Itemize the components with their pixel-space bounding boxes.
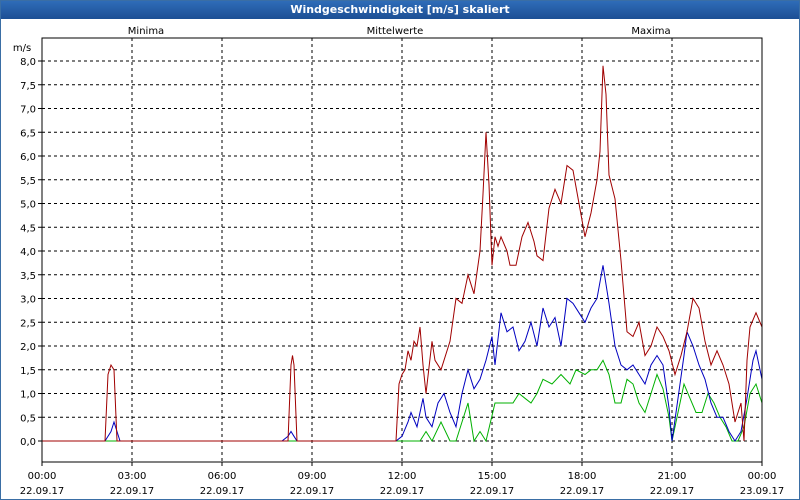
y-tick-label: 6,5	[20, 128, 36, 139]
x-tick-time: 18:00	[568, 471, 597, 482]
axes	[38, 37, 763, 466]
y-tick-label: 0,0	[20, 437, 36, 448]
x-tick-time: 00:00	[748, 471, 777, 482]
x-tick-time: 06:00	[208, 471, 237, 482]
x-tick-time: 15:00	[478, 471, 507, 482]
x-tick-date: 22.09.17	[560, 486, 605, 497]
legend-mittelwerte: Mittelwerte	[367, 26, 424, 37]
x-tick-date: 22.09.17	[110, 486, 155, 497]
x-tick-date: 22.09.17	[200, 486, 245, 497]
x-tick-date: 22.09.17	[650, 486, 695, 497]
y-tick-label: 4,0	[20, 247, 36, 258]
y-axis-unit: m/s	[13, 43, 31, 54]
y-tick-label: 4,5	[20, 223, 36, 234]
legend-minima: Minima	[128, 26, 164, 37]
y-tick-label: 6,0	[20, 152, 36, 163]
x-tick-date: 22.09.17	[290, 486, 335, 497]
x-tick-date: 22.09.17	[470, 486, 515, 497]
y-tick-label: 7,0	[20, 105, 36, 116]
y-tick-label: 7,5	[20, 81, 36, 92]
x-tick-date: 22.09.17	[380, 486, 425, 497]
y-tick-label: 3,5	[20, 271, 36, 282]
y-tick-label: 8,0	[20, 57, 36, 68]
wind-speed-chart: 0,0 0,5 1,0 1,5 2,0 2,5 3,0 3,5 4,0 4,5 5,0 5,5 6,0 6…	[13, 26, 784, 497]
y-tick-label: 0,5	[20, 413, 36, 424]
x-tick-time: 03:00	[118, 471, 147, 482]
y-tick-label: 1,0	[20, 390, 36, 401]
x-tick-time: 09:00	[298, 471, 327, 482]
x-tick-date: 22.09.17	[20, 486, 65, 497]
x-tick-time: 00:00	[28, 471, 57, 482]
y-tick-label: 5,5	[20, 176, 36, 187]
x-tick-time: 21:00	[658, 471, 687, 482]
axis-labels: 0,0 0,5 1,0 1,5 2,0 2,5 3,0 3,5 4,0 4,5 5,0 5,5 6,0 6…	[13, 43, 784, 497]
y-tick-label: 2,5	[20, 318, 36, 329]
x-tick-time: 12:00	[388, 471, 417, 482]
grid-lines	[42, 38, 762, 462]
y-tick-label: 2,0	[20, 342, 36, 353]
legend-maxima: Maxima	[631, 26, 670, 37]
y-tick-label: 1,5	[20, 366, 36, 377]
y-tick-label: 5,0	[20, 200, 36, 211]
legend: Minima Mittelwerte Maxima	[128, 26, 671, 37]
y-tick-label: 3,0	[20, 295, 36, 306]
x-tick-date: 23.09.17	[740, 486, 785, 497]
